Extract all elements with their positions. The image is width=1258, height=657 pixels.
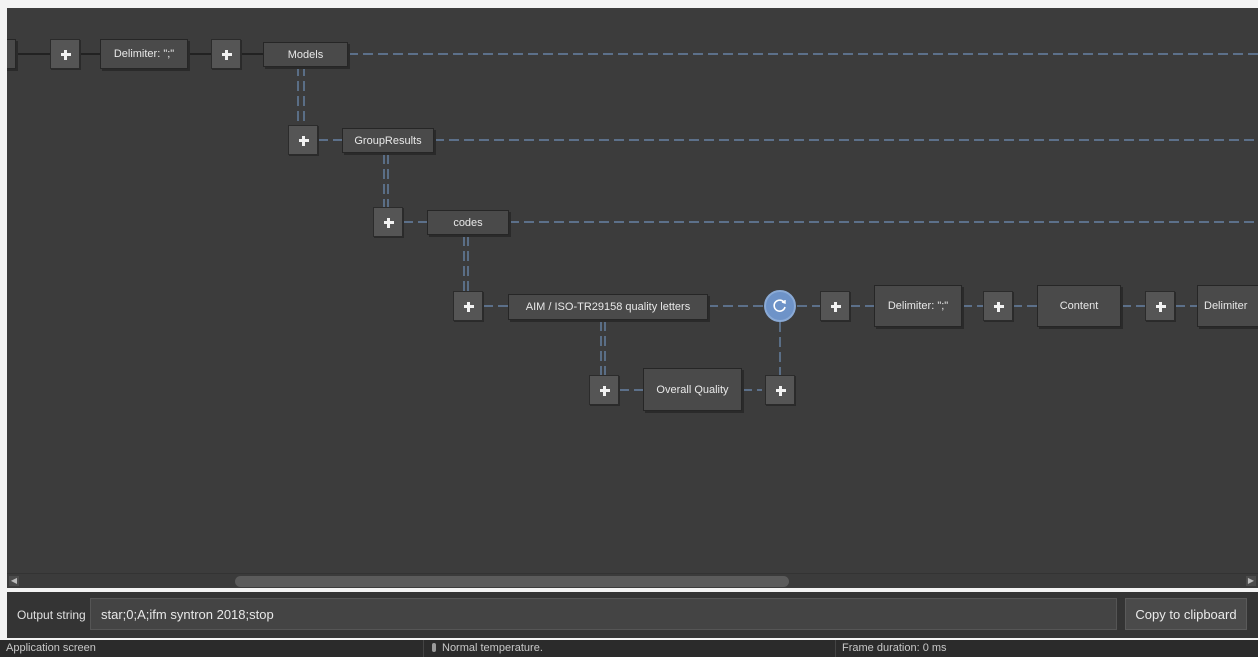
status-temperature-text: Normal temperature.	[442, 642, 543, 654]
node-delimiter-mid[interactable]: Delimiter: ";"	[874, 285, 962, 327]
arrow-left-icon[interactable]: ◀	[9, 576, 19, 586]
node-content-label: Content	[1059, 300, 1099, 312]
add-node-button[interactable]	[765, 375, 795, 405]
node-delimiter-mid-label: Delimiter: ";"	[887, 300, 949, 312]
add-node-button[interactable]	[50, 39, 80, 69]
add-node-button[interactable]	[820, 291, 850, 321]
status-frame-text: Frame duration: 0 ms	[842, 642, 947, 654]
node-models[interactable]: Models	[263, 42, 348, 67]
output-string-field[interactable]: star;0;A;ifm syntron 2018;stop	[90, 598, 1117, 630]
add-node-button[interactable]	[288, 125, 318, 155]
add-node-button[interactable]	[983, 291, 1013, 321]
status-temperature: Normal temperature.	[424, 640, 836, 657]
node-aim-quality-label: AIM / ISO-TR29158 quality letters	[525, 301, 691, 313]
node-content[interactable]: Content	[1037, 285, 1121, 327]
node-delimiter-right[interactable]: Delimiter	[1197, 285, 1258, 327]
loop-icon	[773, 299, 786, 312]
output-string-label: Output string	[17, 608, 86, 622]
horizontal-scrollbar[interactable]: ◀ ▶	[7, 573, 1258, 588]
thermometer-icon	[432, 643, 436, 652]
app-window: ) Delimiter: ";" Models GroupResults cod…	[0, 0, 1258, 657]
node-codes[interactable]: codes	[427, 210, 509, 235]
node-overall-quality[interactable]: Overall Quality	[643, 368, 742, 411]
arrow-right-icon[interactable]: ▶	[1246, 576, 1256, 586]
node-delimiter-top-label: Delimiter: ";"	[113, 48, 175, 60]
node-overall-quality-label: Overall Quality	[656, 383, 729, 396]
flow-canvas[interactable]: ) Delimiter: ";" Models GroupResults cod…	[7, 8, 1258, 573]
node-models-label: Models	[287, 48, 324, 61]
loop-button[interactable]	[764, 290, 796, 322]
node-delimiter-right-label: Delimiter	[1204, 300, 1248, 312]
add-node-button[interactable]	[1145, 291, 1175, 321]
add-node-button[interactable]	[373, 207, 403, 237]
status-screen-text: Application screen	[6, 642, 96, 654]
status-bar: Application screen Normal temperature. F…	[0, 640, 1258, 657]
node-codes-label: codes	[453, 216, 483, 229]
node-aim-quality-letters[interactable]: AIM / ISO-TR29158 quality letters	[508, 294, 708, 320]
node-group-results-label: GroupResults	[354, 134, 422, 147]
copy-to-clipboard-button[interactable]: Copy to clipboard	[1125, 598, 1247, 630]
add-node-button[interactable]	[453, 291, 483, 321]
add-node-button[interactable]	[211, 39, 241, 69]
status-screen: Application screen	[0, 640, 424, 657]
scrollbar-thumb[interactable]	[235, 576, 789, 587]
node-group-results[interactable]: GroupResults	[342, 128, 434, 153]
node-delimiter-top[interactable]: Delimiter: ";"	[100, 39, 188, 69]
node-previous-partial[interactable]: )	[7, 39, 16, 69]
output-panel: Output string star;0;A;ifm syntron 2018;…	[7, 592, 1258, 638]
add-node-button[interactable]	[589, 375, 619, 405]
status-frame: Frame duration: 0 ms	[836, 640, 1258, 657]
